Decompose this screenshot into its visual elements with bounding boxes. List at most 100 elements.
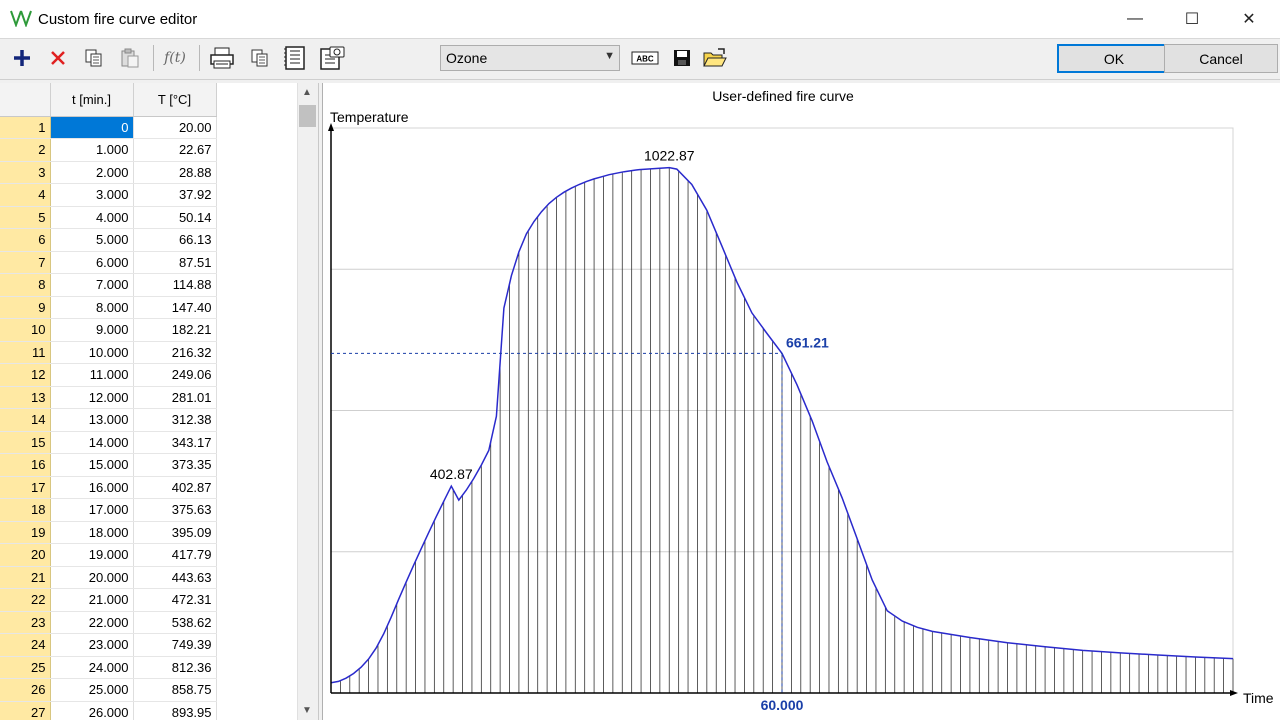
temperature-cell[interactable]: 37.92 (133, 183, 217, 207)
table-row[interactable]: 12 11.000 249.06 (0, 363, 217, 387)
time-cell[interactable]: 2.000 (50, 161, 134, 184)
table-row[interactable]: 26 25.000 858.75 (0, 678, 217, 702)
delete-row-button[interactable] (44, 44, 72, 72)
row-number[interactable]: 12 (0, 363, 51, 387)
table-row[interactable]: 20 19.000 417.79 (0, 543, 217, 567)
column-header-temp[interactable]: T [°C] (133, 83, 217, 117)
table-row[interactable]: 11 10.000 216.32 (0, 341, 217, 364)
temperature-cell[interactable]: 472.31 (133, 588, 217, 612)
table-row[interactable]: 21 20.000 443.63 (0, 566, 217, 589)
time-cell[interactable]: 16.000 (50, 476, 134, 499)
row-number[interactable]: 3 (0, 161, 51, 184)
time-cell[interactable]: 12.000 (50, 386, 134, 409)
table-row[interactable]: 5 4.000 50.14 (0, 206, 217, 229)
row-number[interactable]: 20 (0, 543, 51, 567)
temperature-cell[interactable]: 249.06 (133, 363, 217, 387)
temperature-cell[interactable]: 28.88 (133, 161, 217, 184)
temperature-cell[interactable]: 114.88 (133, 273, 217, 297)
temperature-cell[interactable]: 443.63 (133, 566, 217, 589)
print-button[interactable] (208, 44, 236, 72)
temperature-cell[interactable]: 20.00 (133, 116, 217, 139)
copy-chart-button[interactable] (246, 44, 274, 72)
row-number[interactable]: 15 (0, 431, 51, 454)
time-cell[interactable]: 4.000 (50, 206, 134, 229)
row-number[interactable]: 25 (0, 656, 51, 679)
row-number[interactable]: 14 (0, 408, 51, 432)
temperature-cell[interactable]: 402.87 (133, 476, 217, 499)
time-cell[interactable]: 25.000 (50, 678, 134, 702)
table-row[interactable]: 23 22.000 538.62 (0, 611, 217, 634)
time-cell[interactable]: 7.000 (50, 273, 134, 297)
table-row[interactable]: 18 17.000 375.63 (0, 498, 217, 522)
temperature-cell[interactable]: 538.62 (133, 611, 217, 634)
curve-type-select[interactable]: Ozone ▼ (440, 45, 620, 71)
scroll-down-icon[interactable]: ▼ (302, 705, 312, 716)
row-number[interactable]: 5 (0, 206, 51, 229)
add-row-button[interactable] (8, 44, 36, 72)
close-window-button[interactable]: ✕ (1226, 0, 1272, 38)
time-cell[interactable]: 10.000 (50, 341, 134, 364)
temperature-cell[interactable]: 50.14 (133, 206, 217, 229)
open-button[interactable] (701, 44, 729, 72)
time-cell[interactable]: 9.000 (50, 318, 134, 342)
time-cell[interactable]: 20.000 (50, 566, 134, 589)
table-row[interactable]: 27 26.000 893.95 (0, 701, 217, 720)
table-row[interactable]: 15 14.000 343.17 (0, 431, 217, 454)
temperature-cell[interactable]: 281.01 (133, 386, 217, 409)
row-number[interactable]: 22 (0, 588, 51, 612)
time-cell[interactable]: 22.000 (50, 611, 134, 634)
temperature-cell[interactable]: 182.21 (133, 318, 217, 342)
table-row[interactable]: 9 8.000 147.40 (0, 296, 217, 319)
temperature-cell[interactable]: 375.63 (133, 498, 217, 522)
row-number[interactable]: 7 (0, 251, 51, 274)
table-row[interactable]: 6 5.000 66.13 (0, 228, 217, 252)
time-cell[interactable]: 19.000 (50, 543, 134, 567)
row-number[interactable]: 8 (0, 273, 51, 297)
row-number[interactable]: 23 (0, 611, 51, 634)
table-row[interactable]: 25 24.000 812.36 (0, 656, 217, 679)
copy-button[interactable] (80, 44, 108, 72)
time-cell[interactable]: 14.000 (50, 431, 134, 454)
time-cell[interactable]: 17.000 (50, 498, 134, 522)
time-cell[interactable]: 1.000 (50, 138, 134, 162)
temperature-cell[interactable]: 87.51 (133, 251, 217, 274)
table-row[interactable]: 2 1.000 22.67 (0, 138, 217, 162)
cancel-button[interactable]: Cancel (1164, 44, 1278, 73)
temperature-cell[interactable]: 417.79 (133, 543, 217, 567)
row-number[interactable]: 13 (0, 386, 51, 409)
table-row[interactable]: 10 9.000 182.21 (0, 318, 217, 342)
table-row[interactable]: 8 7.000 114.88 (0, 273, 217, 297)
table-row[interactable]: 24 23.000 749.39 (0, 633, 217, 657)
time-cell[interactable]: 15.000 (50, 453, 134, 477)
save-button[interactable] (668, 44, 696, 72)
row-number[interactable]: 16 (0, 453, 51, 477)
time-cell[interactable]: 0 (50, 116, 134, 139)
row-number[interactable]: 6 (0, 228, 51, 252)
temperature-cell[interactable]: 22.67 (133, 138, 217, 162)
row-number[interactable]: 19 (0, 521, 51, 544)
ok-button[interactable]: OK (1057, 44, 1171, 73)
temperature-cell[interactable]: 893.95 (133, 701, 217, 720)
time-cell[interactable]: 13.000 (50, 408, 134, 432)
row-number[interactable]: 21 (0, 566, 51, 589)
row-number[interactable]: 24 (0, 633, 51, 657)
time-cell[interactable]: 26.000 (50, 701, 134, 720)
scroll-thumb[interactable] (299, 105, 316, 127)
function-button[interactable]: f(t) (161, 44, 189, 72)
table-row[interactable]: 13 12.000 281.01 (0, 386, 217, 409)
corner-header[interactable] (0, 83, 51, 117)
table-row[interactable]: 14 13.000 312.38 (0, 408, 217, 432)
temperature-cell[interactable]: 812.36 (133, 656, 217, 679)
table-row[interactable]: 17 16.000 402.87 (0, 476, 217, 499)
column-header-time[interactable]: t [min.] (50, 83, 134, 117)
time-cell[interactable]: 6.000 (50, 251, 134, 274)
row-number[interactable]: 27 (0, 701, 51, 720)
screenshot-button[interactable] (318, 44, 346, 72)
report-button[interactable] (281, 44, 309, 72)
table-row[interactable]: 7 6.000 87.51 (0, 251, 217, 274)
table-row[interactable]: 4 3.000 37.92 (0, 183, 217, 207)
row-number[interactable]: 18 (0, 498, 51, 522)
minimize-button[interactable]: — (1112, 0, 1158, 38)
temperature-cell[interactable]: 749.39 (133, 633, 217, 657)
row-number[interactable]: 10 (0, 318, 51, 342)
